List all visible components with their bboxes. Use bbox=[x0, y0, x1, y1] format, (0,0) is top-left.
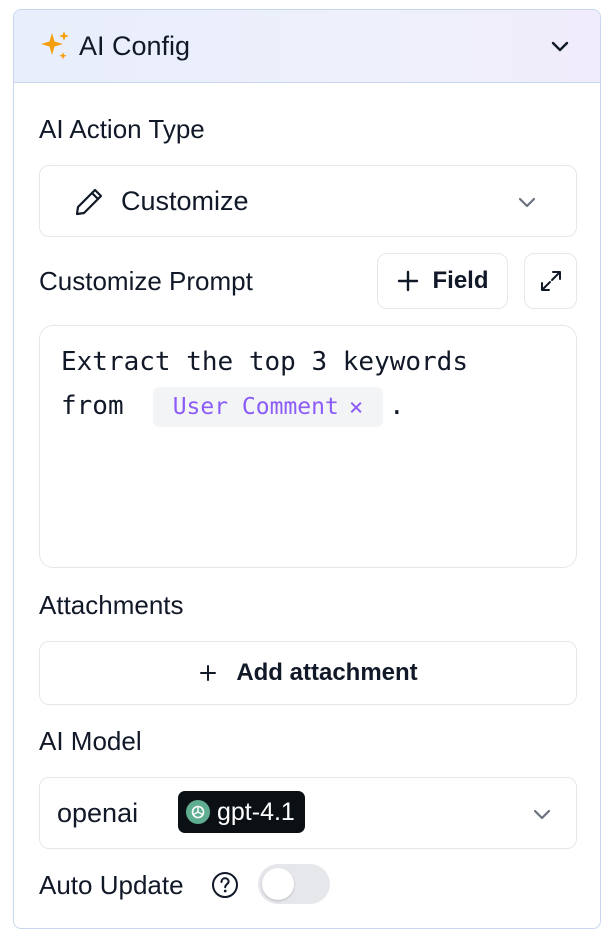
prompt-line-1: Extract the top 3 keywords bbox=[61, 347, 468, 377]
prompt-editor[interactable]: Extract the top 3 keywords from User Com… bbox=[39, 325, 577, 568]
pencil-icon bbox=[75, 188, 103, 216]
auto-update-label: Auto Update bbox=[39, 870, 184, 900]
action-type-label: AI Action Type bbox=[39, 114, 205, 144]
openai-logo-icon bbox=[186, 800, 210, 824]
action-type-value: Customize bbox=[121, 186, 249, 216]
chevron-down-icon[interactable] bbox=[548, 34, 572, 58]
field-chip[interactable]: User Comment × bbox=[153, 387, 383, 427]
chevron-down-icon bbox=[533, 809, 551, 820]
model-name: gpt-4.1 bbox=[217, 797, 295, 826]
model-badge: gpt-4.1 bbox=[178, 791, 305, 833]
add-field-button[interactable]: Field bbox=[377, 253, 508, 309]
add-attachment-label: Add attachment bbox=[236, 659, 418, 686]
chip-remove-icon[interactable]: × bbox=[349, 393, 363, 421]
field-chip-label: User Comment bbox=[172, 394, 339, 420]
model-provider: openai bbox=[57, 798, 139, 828]
ai-config-panel: AI Config AI Action Type Customize Custo… bbox=[13, 9, 601, 929]
prompt-line-2-prefix: from bbox=[61, 391, 124, 421]
help-circle-icon[interactable] bbox=[211, 871, 239, 899]
panel-header[interactable]: AI Config bbox=[14, 10, 600, 83]
expand-icon bbox=[540, 271, 561, 291]
customize-prompt-label: Customize Prompt bbox=[39, 266, 253, 296]
plus-icon bbox=[200, 665, 217, 681]
toggle-knob bbox=[262, 868, 294, 900]
ai-model-select[interactable]: openai gpt-4.1 bbox=[39, 777, 577, 849]
auto-update-toggle[interactable] bbox=[258, 864, 330, 904]
chevron-down-icon bbox=[518, 197, 536, 208]
expand-button[interactable] bbox=[524, 253, 577, 309]
add-attachment-button[interactable]: Add attachment bbox=[39, 641, 577, 705]
prompt-line-2-suffix: . bbox=[389, 391, 405, 421]
ai-model-label: AI Model bbox=[39, 726, 142, 756]
attachments-label: Attachments bbox=[39, 590, 184, 620]
add-field-label: Field bbox=[432, 267, 489, 294]
panel-title: AI Config bbox=[79, 31, 191, 61]
plus-icon bbox=[398, 270, 419, 292]
sparkles-icon bbox=[41, 31, 69, 60]
action-type-select[interactable]: Customize bbox=[39, 165, 577, 237]
